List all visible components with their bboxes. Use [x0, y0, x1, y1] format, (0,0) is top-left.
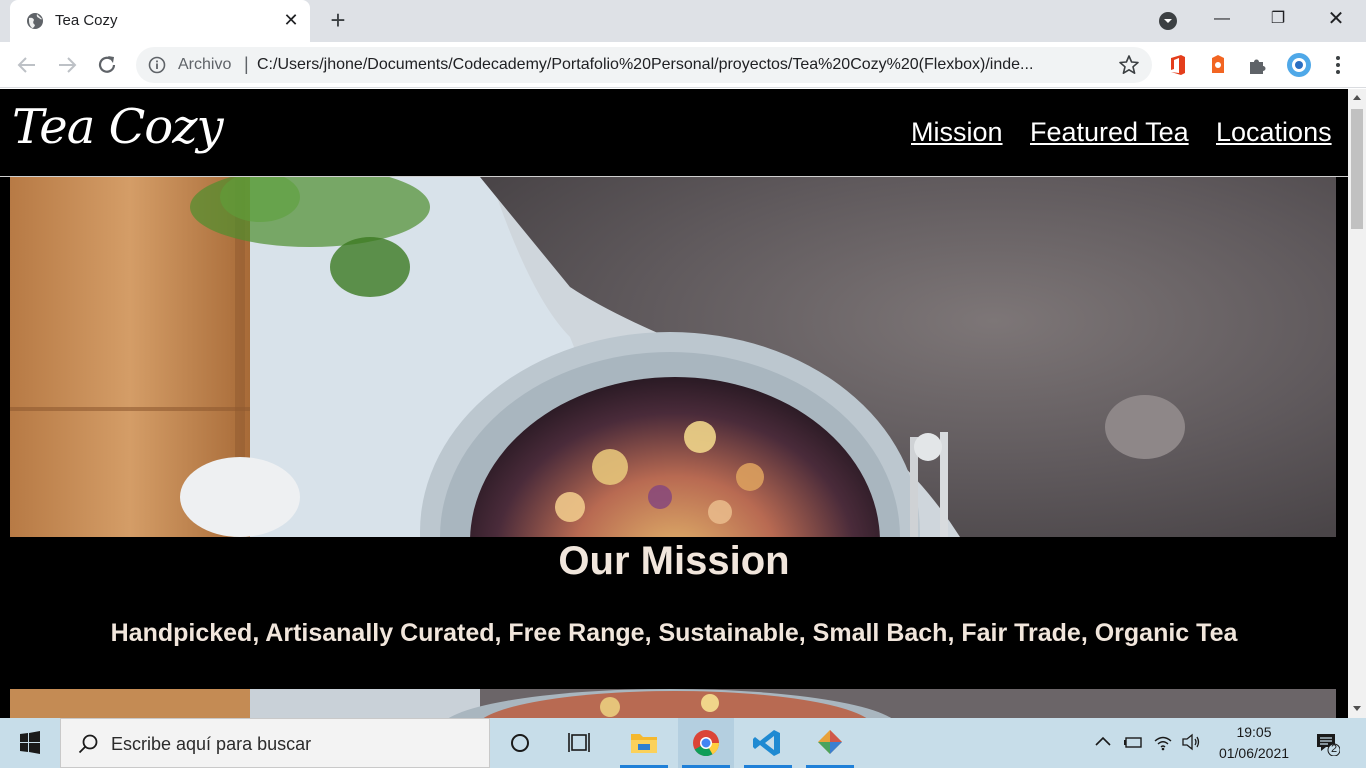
scroll-down-icon[interactable]: [1352, 703, 1362, 713]
scroll-up-icon[interactable]: [1352, 93, 1362, 103]
windows-taskbar: Escribe aquí para buscar 19:05 01/06/202…: [0, 718, 1366, 768]
vscode-app[interactable]: [740, 718, 796, 768]
git-app[interactable]: [802, 718, 858, 768]
battery-icon[interactable]: [1122, 731, 1144, 753]
folder-icon: [631, 734, 657, 753]
bookmark-star-icon[interactable]: [1118, 54, 1140, 76]
action-center-button[interactable]: 2: [1314, 730, 1341, 757]
scroll-thumb[interactable]: [1351, 109, 1363, 229]
wifi-icon[interactable]: [1152, 731, 1174, 753]
globe-icon: [27, 13, 43, 29]
file-scheme-label: Archivo: [178, 56, 232, 73]
browser-menu-icon[interactable]: [1330, 53, 1346, 77]
nav-link-locations[interactable]: Locations: [1216, 117, 1332, 148]
forward-icon[interactable]: [54, 52, 80, 78]
extensions-puzzle-icon[interactable]: [1246, 53, 1270, 77]
git-icon: [818, 730, 842, 754]
tab-search-icon[interactable]: [1158, 11, 1178, 31]
url-text[interactable]: C:/Users/jhone/Documents/Codecademy/Port…: [257, 56, 1033, 74]
browser-tab-strip: Tea Cozy ✕ + — ❐ ✕: [0, 0, 1366, 42]
security-extension-icon[interactable]: [1206, 53, 1230, 77]
taskbar-search-box[interactable]: Escribe aquí para buscar: [60, 718, 490, 768]
clock-time[interactable]: 19:05: [1224, 724, 1284, 740]
tea-cozy-logo[interactable]: Tea Cozy: [12, 99, 224, 155]
clock-date[interactable]: 01/06/2021: [1212, 745, 1296, 761]
site-header: Tea Cozy Mission Featured Tea Locations: [0, 89, 1348, 177]
search-placeholder: Escribe aquí para buscar: [111, 734, 312, 754]
office-extension-icon[interactable]: [1166, 53, 1190, 77]
new-tab-button[interactable]: +: [326, 7, 350, 34]
back-icon[interactable]: [14, 52, 40, 78]
chrome-icon: [693, 730, 720, 757]
close-tab-icon[interactable]: ✕: [282, 9, 300, 31]
task-view-icon[interactable]: [552, 718, 608, 768]
minimize-button[interactable]: —: [1202, 4, 1242, 34]
close-window-button[interactable]: ✕: [1316, 4, 1356, 34]
notification-count: 2: [1330, 743, 1338, 755]
show-hidden-icons-chevron-icon[interactable]: [1092, 731, 1114, 753]
volume-icon[interactable]: [1180, 731, 1202, 753]
page-scrollbar[interactable]: [1348, 89, 1366, 718]
hero-image: [10, 177, 1336, 537]
profile-avatar-icon[interactable]: [1286, 52, 1312, 78]
nav-link-featured-tea[interactable]: Featured Tea: [1030, 117, 1189, 148]
mission-title: Our Mission: [558, 539, 790, 583]
address-bar[interactable]: Archivo | C:/Users/jhone/Documents/Codec…: [136, 47, 1152, 83]
cortana-icon[interactable]: [492, 718, 548, 768]
search-icon: [78, 734, 98, 754]
nav-link-mission[interactable]: Mission: [911, 117, 1003, 148]
tab-title: Tea Cozy: [55, 12, 118, 29]
browser-toolbar: Archivo | C:/Users/jhone/Documents/Codec…: [0, 42, 1366, 88]
file-explorer-app[interactable]: [616, 718, 672, 768]
vscode-icon: [753, 730, 780, 756]
reload-icon[interactable]: [94, 52, 120, 78]
chrome-app[interactable]: [678, 718, 734, 768]
mission-statement: Handpicked, Artisanally Curated, Free Ra…: [110, 619, 1238, 647]
restore-button[interactable]: ❐: [1258, 4, 1298, 34]
info-icon[interactable]: [148, 56, 166, 74]
page-viewport: Tea Cozy Mission Featured Tea Locations: [0, 89, 1348, 718]
windows-start-icon[interactable]: [0, 718, 60, 768]
second-section-image: [10, 689, 1336, 718]
browser-tab[interactable]: Tea Cozy ✕: [10, 0, 310, 42]
omnibox-separator: |: [244, 54, 249, 74]
